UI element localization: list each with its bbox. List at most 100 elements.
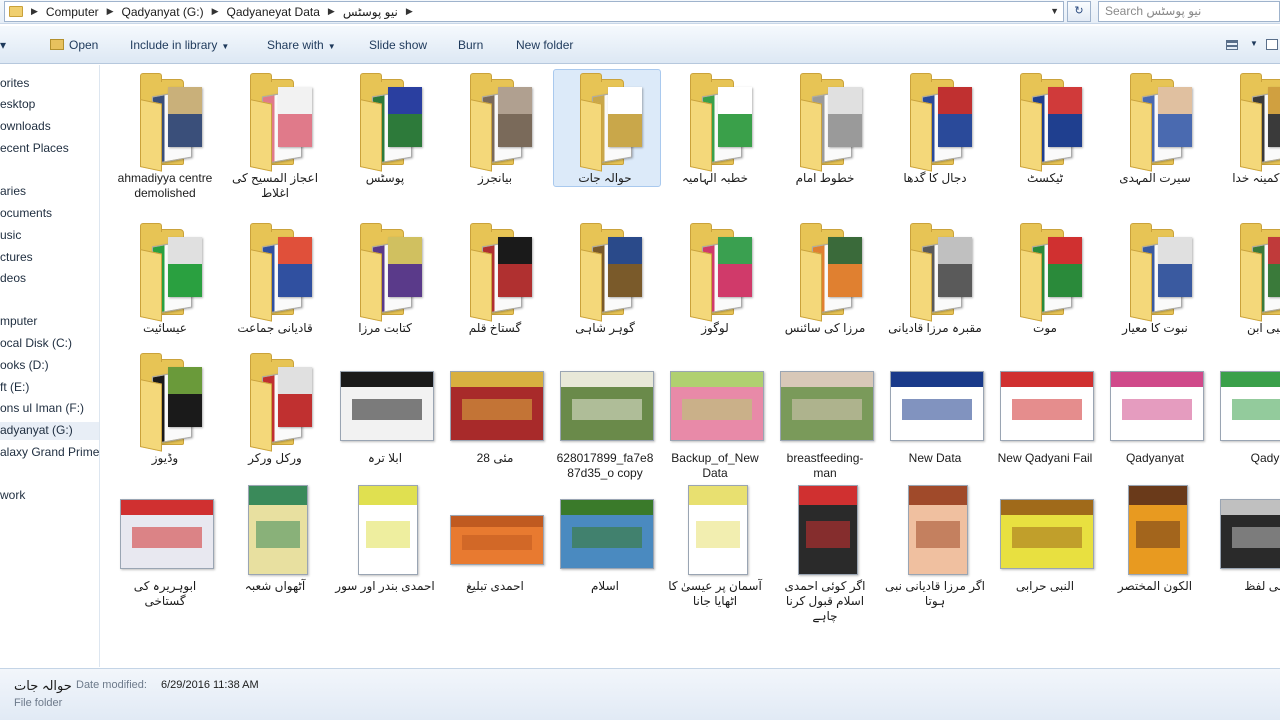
item-label: New Qadyani Fail bbox=[997, 451, 1093, 465]
breadcrumb-data[interactable]: Qadyaneyat Data bbox=[226, 5, 319, 19]
nav-item[interactable]: alaxy Grand Prime bbox=[0, 445, 99, 459]
refresh-button[interactable]: ↻ bbox=[1067, 1, 1091, 22]
item-label: مرزا کی سائنس bbox=[784, 321, 866, 335]
organize-arrow-icon[interactable]: ▾ bbox=[0, 38, 6, 52]
nav-item[interactable]: work bbox=[0, 488, 25, 502]
burn-button[interactable]: Burn bbox=[458, 38, 483, 52]
item-label: خطوط امام bbox=[795, 171, 855, 185]
include-in-library-button[interactable]: Include in library ▼ bbox=[130, 38, 229, 52]
item-label: احمدی تبلیغ bbox=[466, 579, 524, 593]
folder-icon bbox=[1000, 221, 1096, 322]
image-thumbnail-icon bbox=[1110, 351, 1206, 447]
folder-icon bbox=[780, 221, 876, 322]
breadcrumb-computer[interactable]: Computer bbox=[46, 5, 99, 19]
item-label: Qady bbox=[1250, 451, 1280, 465]
nav-item[interactable]: ctures bbox=[0, 250, 33, 264]
chevron-right-icon[interactable]: ▶ bbox=[31, 6, 38, 17]
item-label: قادیانی جماعت bbox=[237, 321, 313, 335]
nav-item[interactable]: adyanyat (G:) bbox=[0, 423, 73, 437]
search-input[interactable]: Search نیو پوسٹس bbox=[1098, 1, 1280, 22]
new-folder-button[interactable]: New folder bbox=[516, 38, 573, 52]
image-thumbnail-icon bbox=[670, 479, 766, 575]
item-label: سیرت المہدی bbox=[1119, 171, 1191, 185]
nav-item[interactable]: ownloads bbox=[0, 119, 51, 133]
share-label: Share with bbox=[267, 38, 324, 52]
item-label: گستاخ قلم bbox=[468, 321, 522, 335]
nav-item[interactable]: mputer bbox=[0, 314, 37, 328]
item-label: ابوہریرہ کی گستاخی bbox=[133, 579, 197, 608]
details-item-name: حوالہ جات bbox=[14, 678, 72, 693]
image-thumbnail-icon bbox=[780, 629, 876, 667]
chevron-right-icon[interactable]: ▶ bbox=[328, 6, 335, 17]
item-label: مقبرہ مرزا قادیانی bbox=[888, 321, 982, 335]
image-thumbnail-icon bbox=[780, 351, 876, 447]
nav-item[interactable]: ocuments bbox=[0, 206, 52, 220]
item-label: اگر مرزا قادیانی نبی ہوتا bbox=[885, 579, 985, 608]
image-thumbnail-icon bbox=[780, 479, 876, 575]
share-with-button[interactable]: Share with ▼ bbox=[267, 38, 336, 52]
item-label: ahmadiyya centre demolished bbox=[117, 171, 213, 200]
chevron-right-icon[interactable]: ▶ bbox=[107, 6, 114, 17]
item-label: آٹھواں شعبہ bbox=[244, 579, 306, 593]
chevron-down-icon: ▼ bbox=[327, 42, 336, 51]
image-thumbnail-icon bbox=[450, 351, 546, 447]
view-options-icon[interactable] bbox=[1226, 40, 1238, 50]
folder-icon bbox=[670, 71, 766, 172]
nav-item[interactable]: ft (E:) bbox=[0, 380, 29, 394]
image-thumbnail-icon bbox=[890, 629, 986, 667]
breadcrumb-drive[interactable]: Qadyanyat (G:) bbox=[122, 5, 204, 19]
nav-item[interactable]: aries bbox=[0, 184, 26, 198]
nav-item[interactable]: ocal Disk (C:) bbox=[0, 336, 72, 350]
image-thumbnail-icon bbox=[890, 479, 986, 575]
details-modified-value: 6/29/2016 11:38 AM bbox=[161, 679, 259, 691]
chevron-down-icon[interactable]: ▼ bbox=[1250, 39, 1258, 48]
nav-item[interactable]: ons ul Iman (F:) bbox=[0, 401, 84, 415]
image-thumbnail-icon bbox=[230, 479, 326, 575]
folder-icon bbox=[890, 221, 986, 322]
item-label: گوہر شاہی bbox=[575, 321, 635, 335]
item-label: Qadyanyat bbox=[1125, 451, 1185, 465]
folder-icon bbox=[230, 351, 326, 452]
folder-icon bbox=[120, 71, 216, 172]
item-label: ابلا ترہ bbox=[367, 451, 403, 465]
address-bar: ▶ Computer ▶ Qadyanyat (G:) ▶ Qadyaneyat… bbox=[0, 0, 1280, 24]
item-label: نبوت کا معیار bbox=[1122, 321, 1188, 335]
nav-item[interactable]: orites bbox=[0, 76, 29, 90]
breadcrumb-current[interactable]: نیو پوسٹس bbox=[343, 5, 398, 19]
open-button[interactable]: Open bbox=[50, 38, 98, 52]
open-folder-icon bbox=[50, 39, 64, 50]
details-item-type: File folder bbox=[14, 697, 63, 709]
image-thumbnail-icon bbox=[1110, 479, 1206, 575]
image-thumbnail-icon bbox=[560, 351, 656, 447]
nav-item[interactable]: ecent Places bbox=[0, 141, 69, 155]
item-label: ہی لفظ bbox=[1244, 579, 1280, 593]
chevron-down-icon[interactable]: ▼ bbox=[1050, 6, 1059, 16]
file-list: ahmadiyya centre demolished اعجاز المسیح … bbox=[101, 65, 1280, 667]
item-label: 628017899_fa7e887d35_o copy bbox=[556, 451, 654, 480]
item-label: مئی 28 bbox=[476, 451, 514, 465]
nav-item[interactable]: deos bbox=[0, 271, 26, 285]
explorer-window: ▶ Computer ▶ Qadyanyat (G:) ▶ Qadyaneyat… bbox=[0, 0, 1280, 720]
folder-icon bbox=[670, 221, 766, 322]
image-thumbnail-icon bbox=[560, 479, 656, 575]
folder-icon bbox=[560, 71, 656, 172]
item-label: اور کمینہ خدا bbox=[1232, 171, 1280, 185]
item-label: الکون المختصر bbox=[1117, 579, 1193, 593]
address-field[interactable]: ▶ Computer ▶ Qadyanyat (G:) ▶ Qadyaneyat… bbox=[4, 1, 1064, 22]
item-label: النبی حرابی bbox=[1015, 579, 1075, 593]
details-pane: حوالہ جات Date modified: 6/29/2016 11:38… bbox=[0, 668, 1280, 720]
nav-item[interactable]: usic bbox=[0, 228, 21, 242]
item-label: خطبہ الہامیہ bbox=[681, 171, 748, 185]
nav-item[interactable]: ooks (D:) bbox=[0, 358, 49, 372]
item-label: دجال کا گدھا bbox=[903, 171, 967, 185]
folder-icon bbox=[780, 71, 876, 172]
slide-show-button[interactable]: Slide show bbox=[369, 38, 427, 52]
item-label: عیسائیت bbox=[143, 321, 187, 335]
preview-pane-icon[interactable] bbox=[1266, 39, 1278, 50]
item-label: اگر کوئی احمدی اسلام قبول کرنا چاہے bbox=[784, 579, 866, 623]
image-thumbnail-icon bbox=[1220, 351, 1280, 447]
chevron-right-icon[interactable]: ▶ bbox=[406, 6, 413, 17]
chevron-right-icon[interactable]: ▶ bbox=[212, 6, 219, 17]
nav-item[interactable]: esktop bbox=[0, 97, 35, 111]
image-thumbnail-icon bbox=[1000, 351, 1096, 447]
